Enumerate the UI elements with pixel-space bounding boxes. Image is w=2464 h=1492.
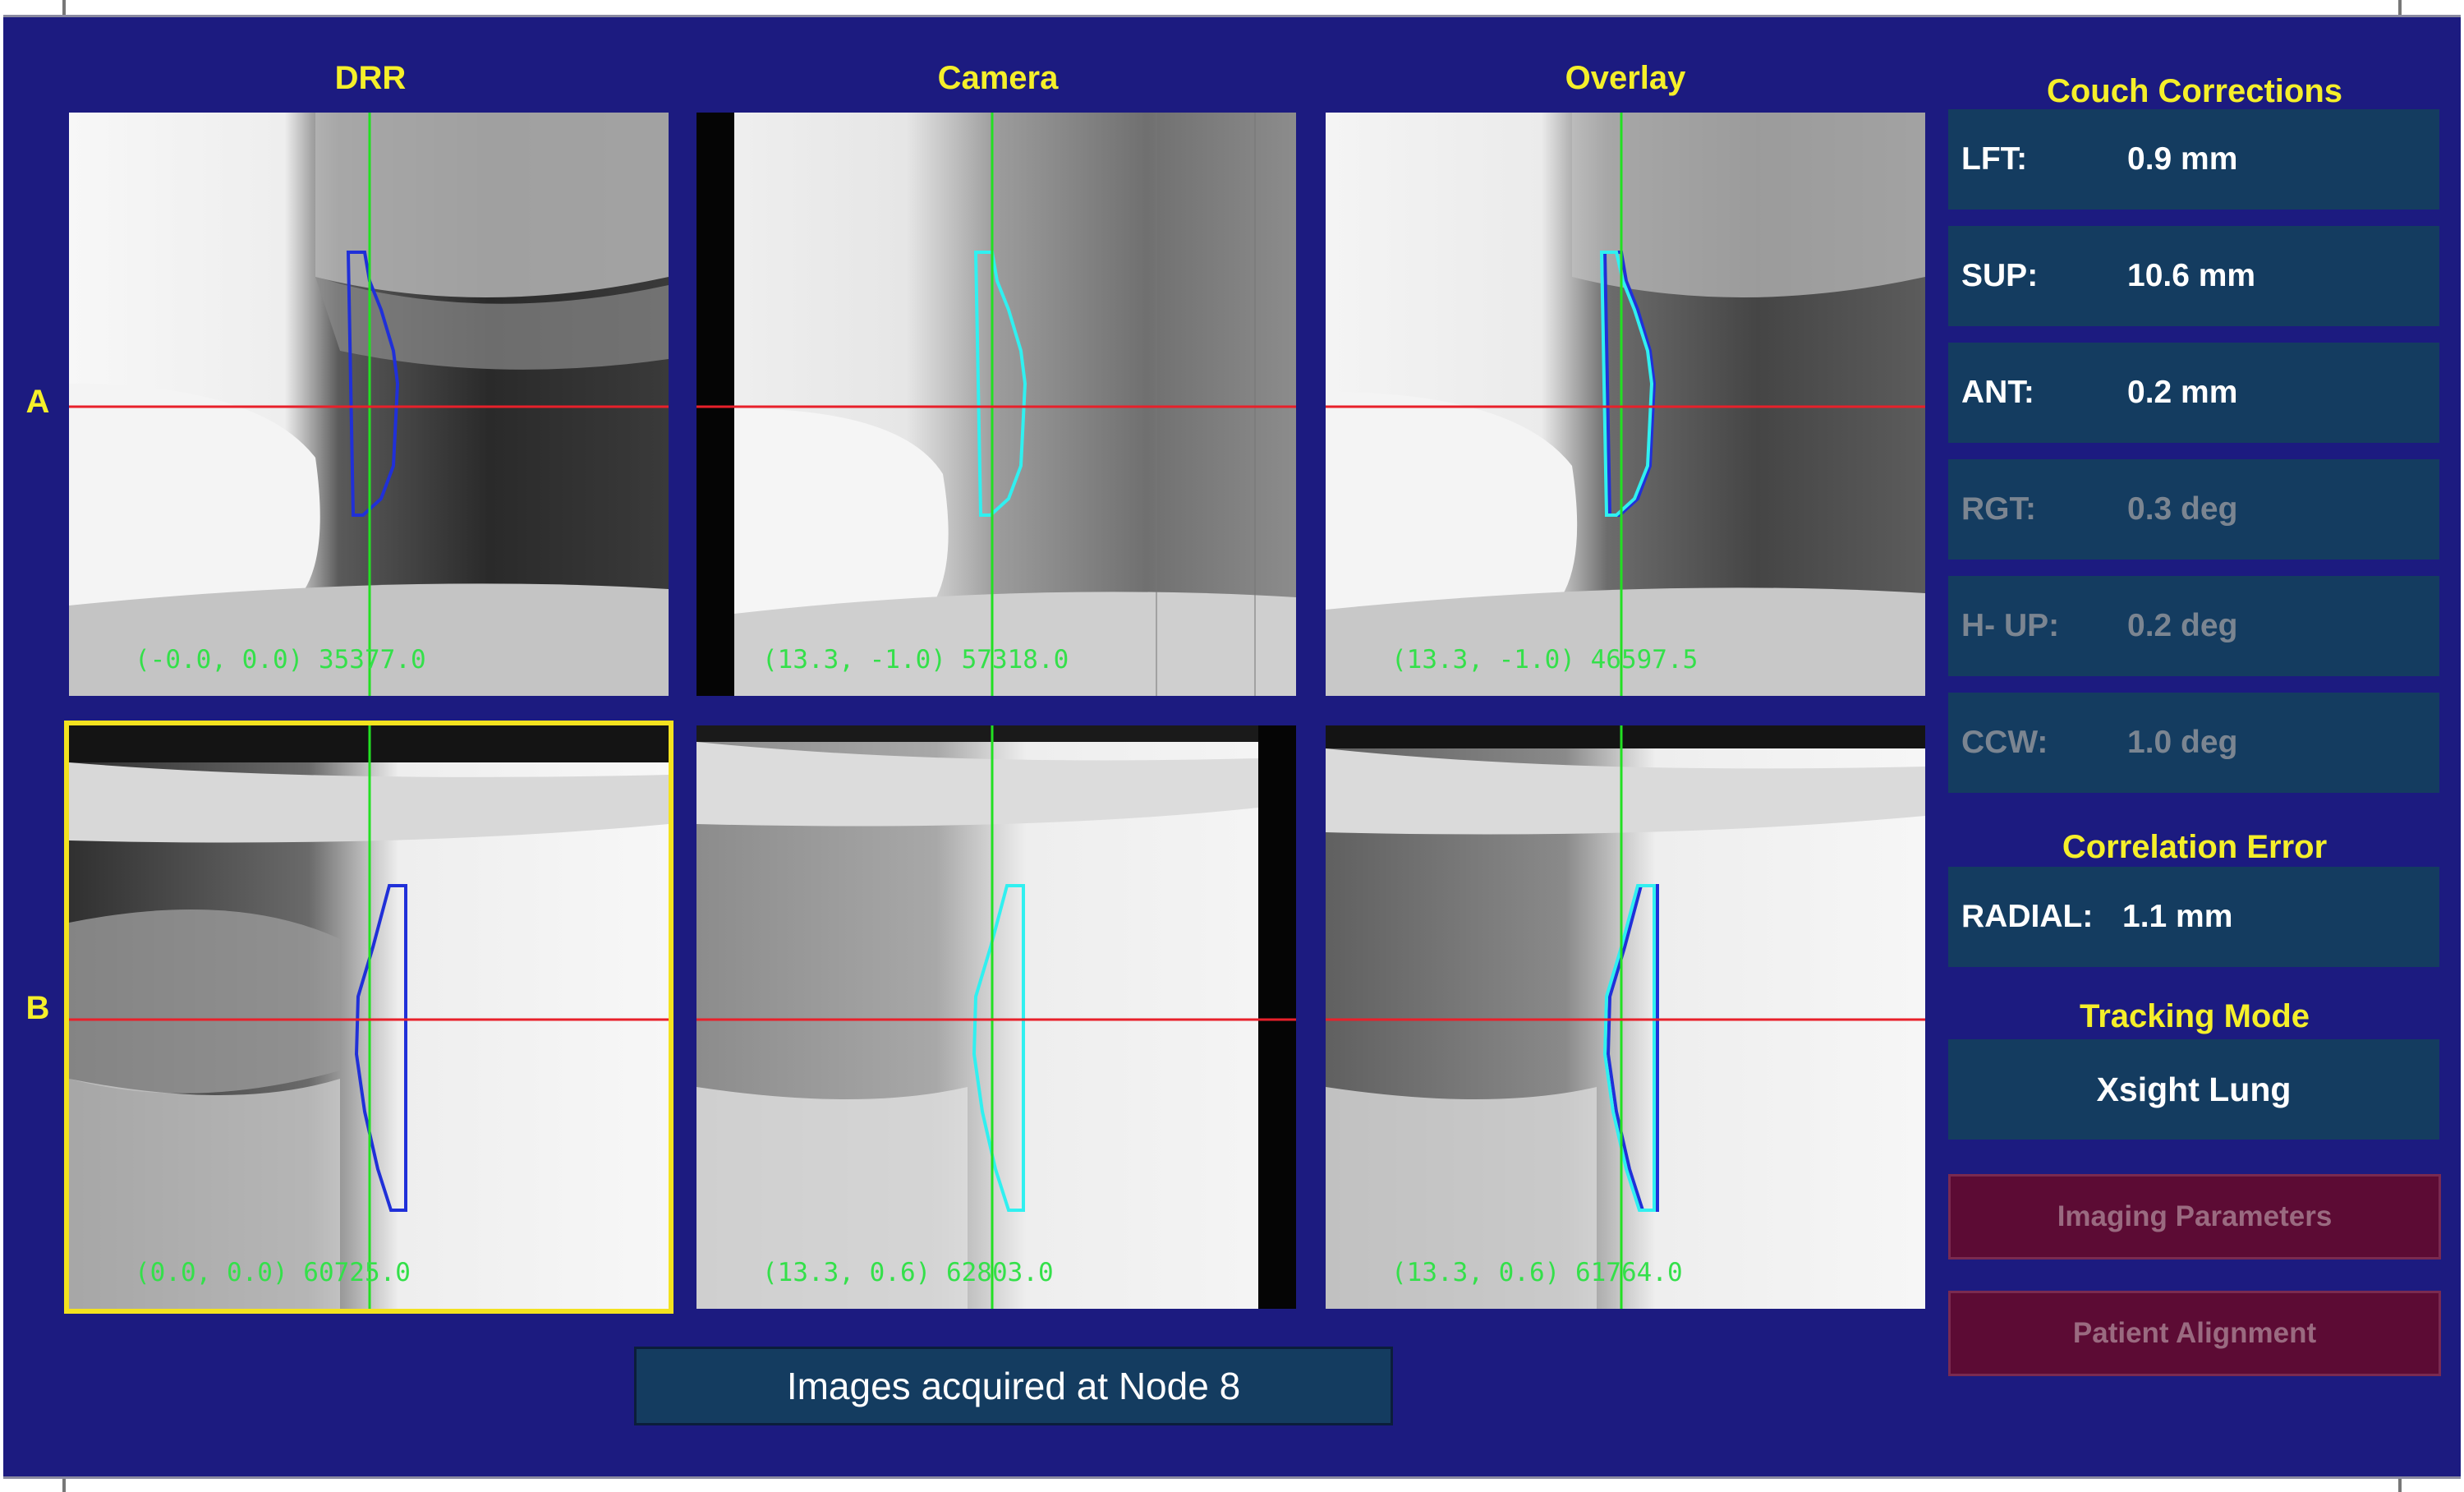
- correction-lft: LFT: 0.9 mm: [1948, 109, 2439, 210]
- column-header-overlay: Overlay: [1565, 60, 1686, 96]
- correlation-error-title: Correlation Error: [2062, 829, 2328, 865]
- xray-image-b-overlay: [1326, 725, 1925, 1309]
- tracking-mode-value: Xsight Lung: [2096, 1071, 2292, 1108]
- frame-tick-top-right: [2398, 0, 2402, 15]
- xray-image-b-drr: [69, 725, 669, 1309]
- correction-sup: SUP: 10.6 mm: [1948, 226, 2439, 326]
- correction-value: 0.2 deg: [2127, 608, 2238, 643]
- row-label-a: A: [25, 384, 50, 420]
- correction-ant: ANT: 0.2 mm: [1948, 343, 2439, 443]
- image-readout: (0.0, 0.0) 60725.0: [135, 1258, 411, 1287]
- xray-image-a-camera: [696, 113, 1296, 696]
- status-message: Images acquired at Node 8: [634, 1347, 1393, 1425]
- correction-label: LFT:: [1961, 141, 2028, 177]
- image-readout: (13.3, 0.6) 62803.0: [762, 1258, 1054, 1287]
- patient-alignment-button[interactable]: Patient Alignment: [1948, 1291, 2441, 1376]
- couch-corrections-title: Couch Corrections: [2046, 73, 2343, 109]
- frame-tick-top-left: [62, 0, 66, 15]
- frame-tick-bottom-right: [2398, 1479, 2402, 1492]
- correction-label: CCW:: [1961, 725, 2048, 760]
- xray-image-a-overlay: [1326, 113, 1925, 696]
- correction-label: ANT:: [1961, 375, 2034, 410]
- image-panel-a-overlay[interactable]: (13.3, -1.0) 46597.5: [1326, 113, 1925, 696]
- correction-label: SUP:: [1961, 258, 2039, 293]
- image-panel-b-overlay[interactable]: (13.3, 0.6) 61764.0: [1326, 725, 1925, 1309]
- correction-rgt: RGT: 0.3 deg: [1948, 459, 2439, 560]
- correction-ccw: CCW: 1.0 deg: [1948, 693, 2439, 793]
- tracking-mode-title: Tracking Mode: [2079, 998, 2310, 1034]
- radial-value: 1.1 mm: [2122, 899, 2233, 934]
- correction-label: H- UP:: [1961, 608, 2060, 643]
- application-screen: DRR Camera Overlay A B (-0.0, 0.0) 35377…: [0, 0, 2464, 1492]
- image-panel-b-drr[interactable]: (0.0, 0.0) 60725.0: [64, 721, 673, 1314]
- image-readout: (13.3, -1.0) 46597.5: [1391, 645, 1699, 675]
- correlation-error-radial: RADIAL: 1.1 mm: [1948, 867, 2439, 967]
- xray-image-a-drr: [69, 113, 669, 696]
- image-readout: (13.3, 0.6) 61764.0: [1391, 1258, 1683, 1287]
- correction-value: 1.0 deg: [2127, 725, 2238, 760]
- correction-value: 10.6 mm: [2127, 258, 2256, 293]
- xray-image-b-camera: [696, 725, 1296, 1309]
- correction-value: 0.9 mm: [2127, 141, 2238, 177]
- image-panel-a-drr[interactable]: (-0.0, 0.0) 35377.0: [69, 113, 669, 696]
- column-header-camera: Camera: [937, 60, 1059, 96]
- correction-h-up: H- UP: 0.2 deg: [1948, 576, 2439, 676]
- frame-tick-bottom-left: [62, 1479, 66, 1492]
- correction-value: 0.2 mm: [2127, 375, 2238, 410]
- column-header-drr: DRR: [334, 60, 407, 96]
- row-label-b: B: [25, 990, 50, 1026]
- correction-value: 0.3 deg: [2127, 491, 2238, 527]
- radial-label: RADIAL:: [1961, 899, 2094, 934]
- image-readout: (13.3, -1.0) 57318.0: [762, 645, 1069, 675]
- image-panel-a-camera[interactable]: (13.3, -1.0) 57318.0: [696, 113, 1296, 696]
- image-readout: (-0.0, 0.0) 35377.0: [135, 645, 426, 675]
- correction-label: RGT:: [1961, 491, 2036, 527]
- imaging-parameters-button[interactable]: Imaging Parameters: [1948, 1174, 2441, 1259]
- alignment-window: DRR Camera Overlay A B (-0.0, 0.0) 35377…: [3, 15, 2461, 1479]
- image-panel-b-camera[interactable]: (13.3, 0.6) 62803.0: [696, 725, 1296, 1309]
- tracking-mode-box: Xsight Lung: [1948, 1039, 2439, 1140]
